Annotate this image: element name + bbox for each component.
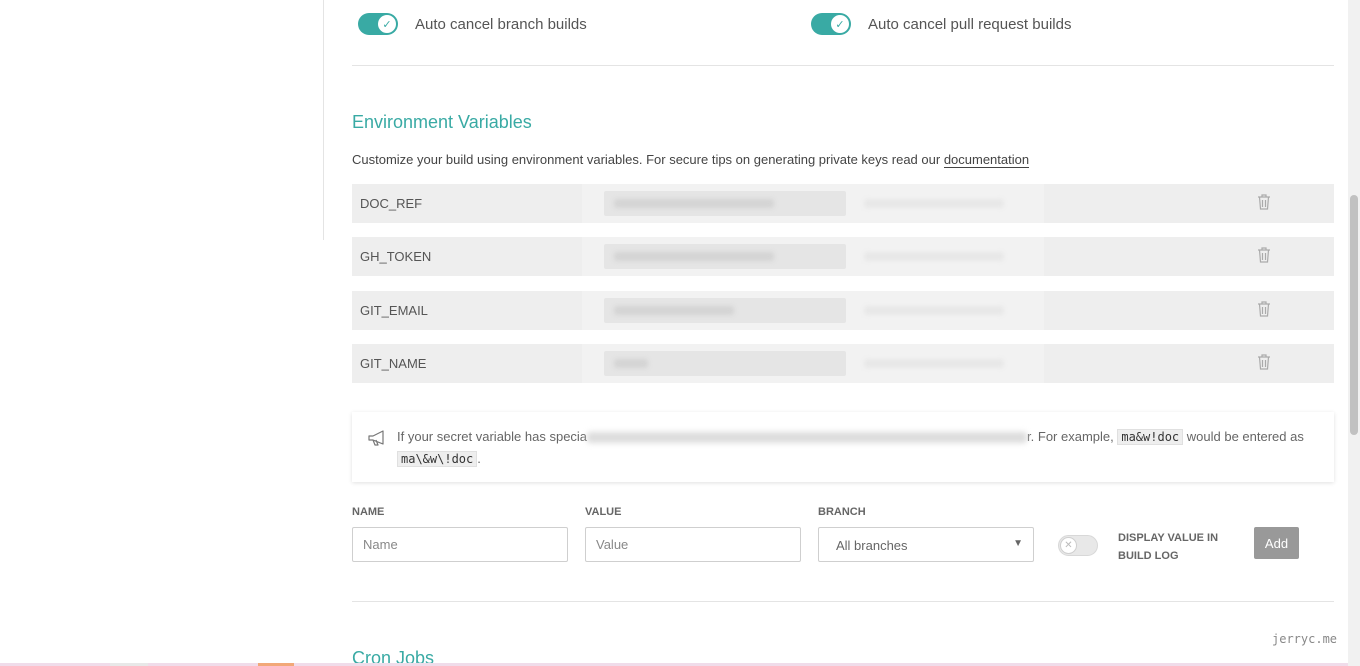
dropdown-caret-icon: ▼: [1013, 538, 1023, 549]
x-icon: ✕: [1060, 537, 1077, 554]
env-var-name: GIT_NAME: [360, 356, 427, 371]
auto-cancel-branch-toggle[interactable]: ✓: [358, 13, 398, 35]
auto-cancel-branch-setting: ✓ Auto cancel branch builds: [358, 12, 587, 36]
trash-icon[interactable]: [1256, 193, 1272, 211]
check-icon: ✓: [377, 14, 397, 34]
value-field-label: VALUE: [585, 506, 622, 518]
notice-text: If your secret variable has specia r. For…: [397, 429, 1304, 467]
documentation-link[interactable]: documentation: [943, 152, 1030, 168]
env-description-text: Customize your build using environment v…: [352, 152, 944, 167]
name-field-label: NAME: [352, 506, 385, 518]
trash-icon[interactable]: [1256, 300, 1272, 318]
sidebar-divider: [323, 0, 324, 240]
example-code: ma&w!doc: [1117, 429, 1184, 445]
trash-icon[interactable]: [1256, 353, 1272, 371]
auto-cancel-branch-label: Auto cancel branch builds: [415, 15, 587, 33]
check-icon: ✓: [830, 14, 850, 34]
vertical-scrollbar[interactable]: [1348, 0, 1360, 666]
auto-cancel-pr-label: Auto cancel pull request builds: [868, 15, 1072, 33]
env-var-name: GH_TOKEN: [360, 249, 432, 264]
display-value-toggle[interactable]: ✕: [1058, 535, 1098, 556]
redaction-overlay: [582, 175, 1044, 443]
display-value-label: DISPLAY VALUE IN BUILD LOG: [1118, 532, 1219, 562]
value-input[interactable]: [585, 527, 801, 562]
redacted-text: [587, 432, 1028, 444]
section-divider: [352, 65, 1334, 66]
escaped-example-code: ma\&w\!doc: [397, 451, 478, 467]
branch-select-value: All branches: [836, 538, 908, 553]
env-section-title: Environment Variables: [352, 112, 532, 132]
env-var-name: GIT_EMAIL: [360, 303, 428, 318]
env-var-name: DOC_REF: [360, 196, 423, 211]
section-divider: [352, 601, 1334, 602]
branch-field-label: BRANCH: [818, 506, 866, 518]
scrollbar-thumb[interactable]: [1350, 195, 1358, 435]
secret-variable-notice: If your secret variable has specia r. For…: [352, 412, 1334, 482]
watermark: jerryc.me: [1272, 632, 1338, 646]
auto-cancel-pr-toggle[interactable]: ✓: [811, 13, 851, 35]
trash-icon[interactable]: [1256, 246, 1272, 264]
megaphone-icon: [368, 430, 384, 446]
name-input[interactable]: [352, 527, 568, 562]
branch-select[interactable]: All branches ▼: [818, 527, 1034, 562]
auto-cancel-pr-setting: ✓ Auto cancel pull request builds: [811, 12, 1071, 36]
env-description: Customize your build using environment v…: [352, 152, 1030, 168]
add-button[interactable]: Add: [1254, 527, 1299, 559]
